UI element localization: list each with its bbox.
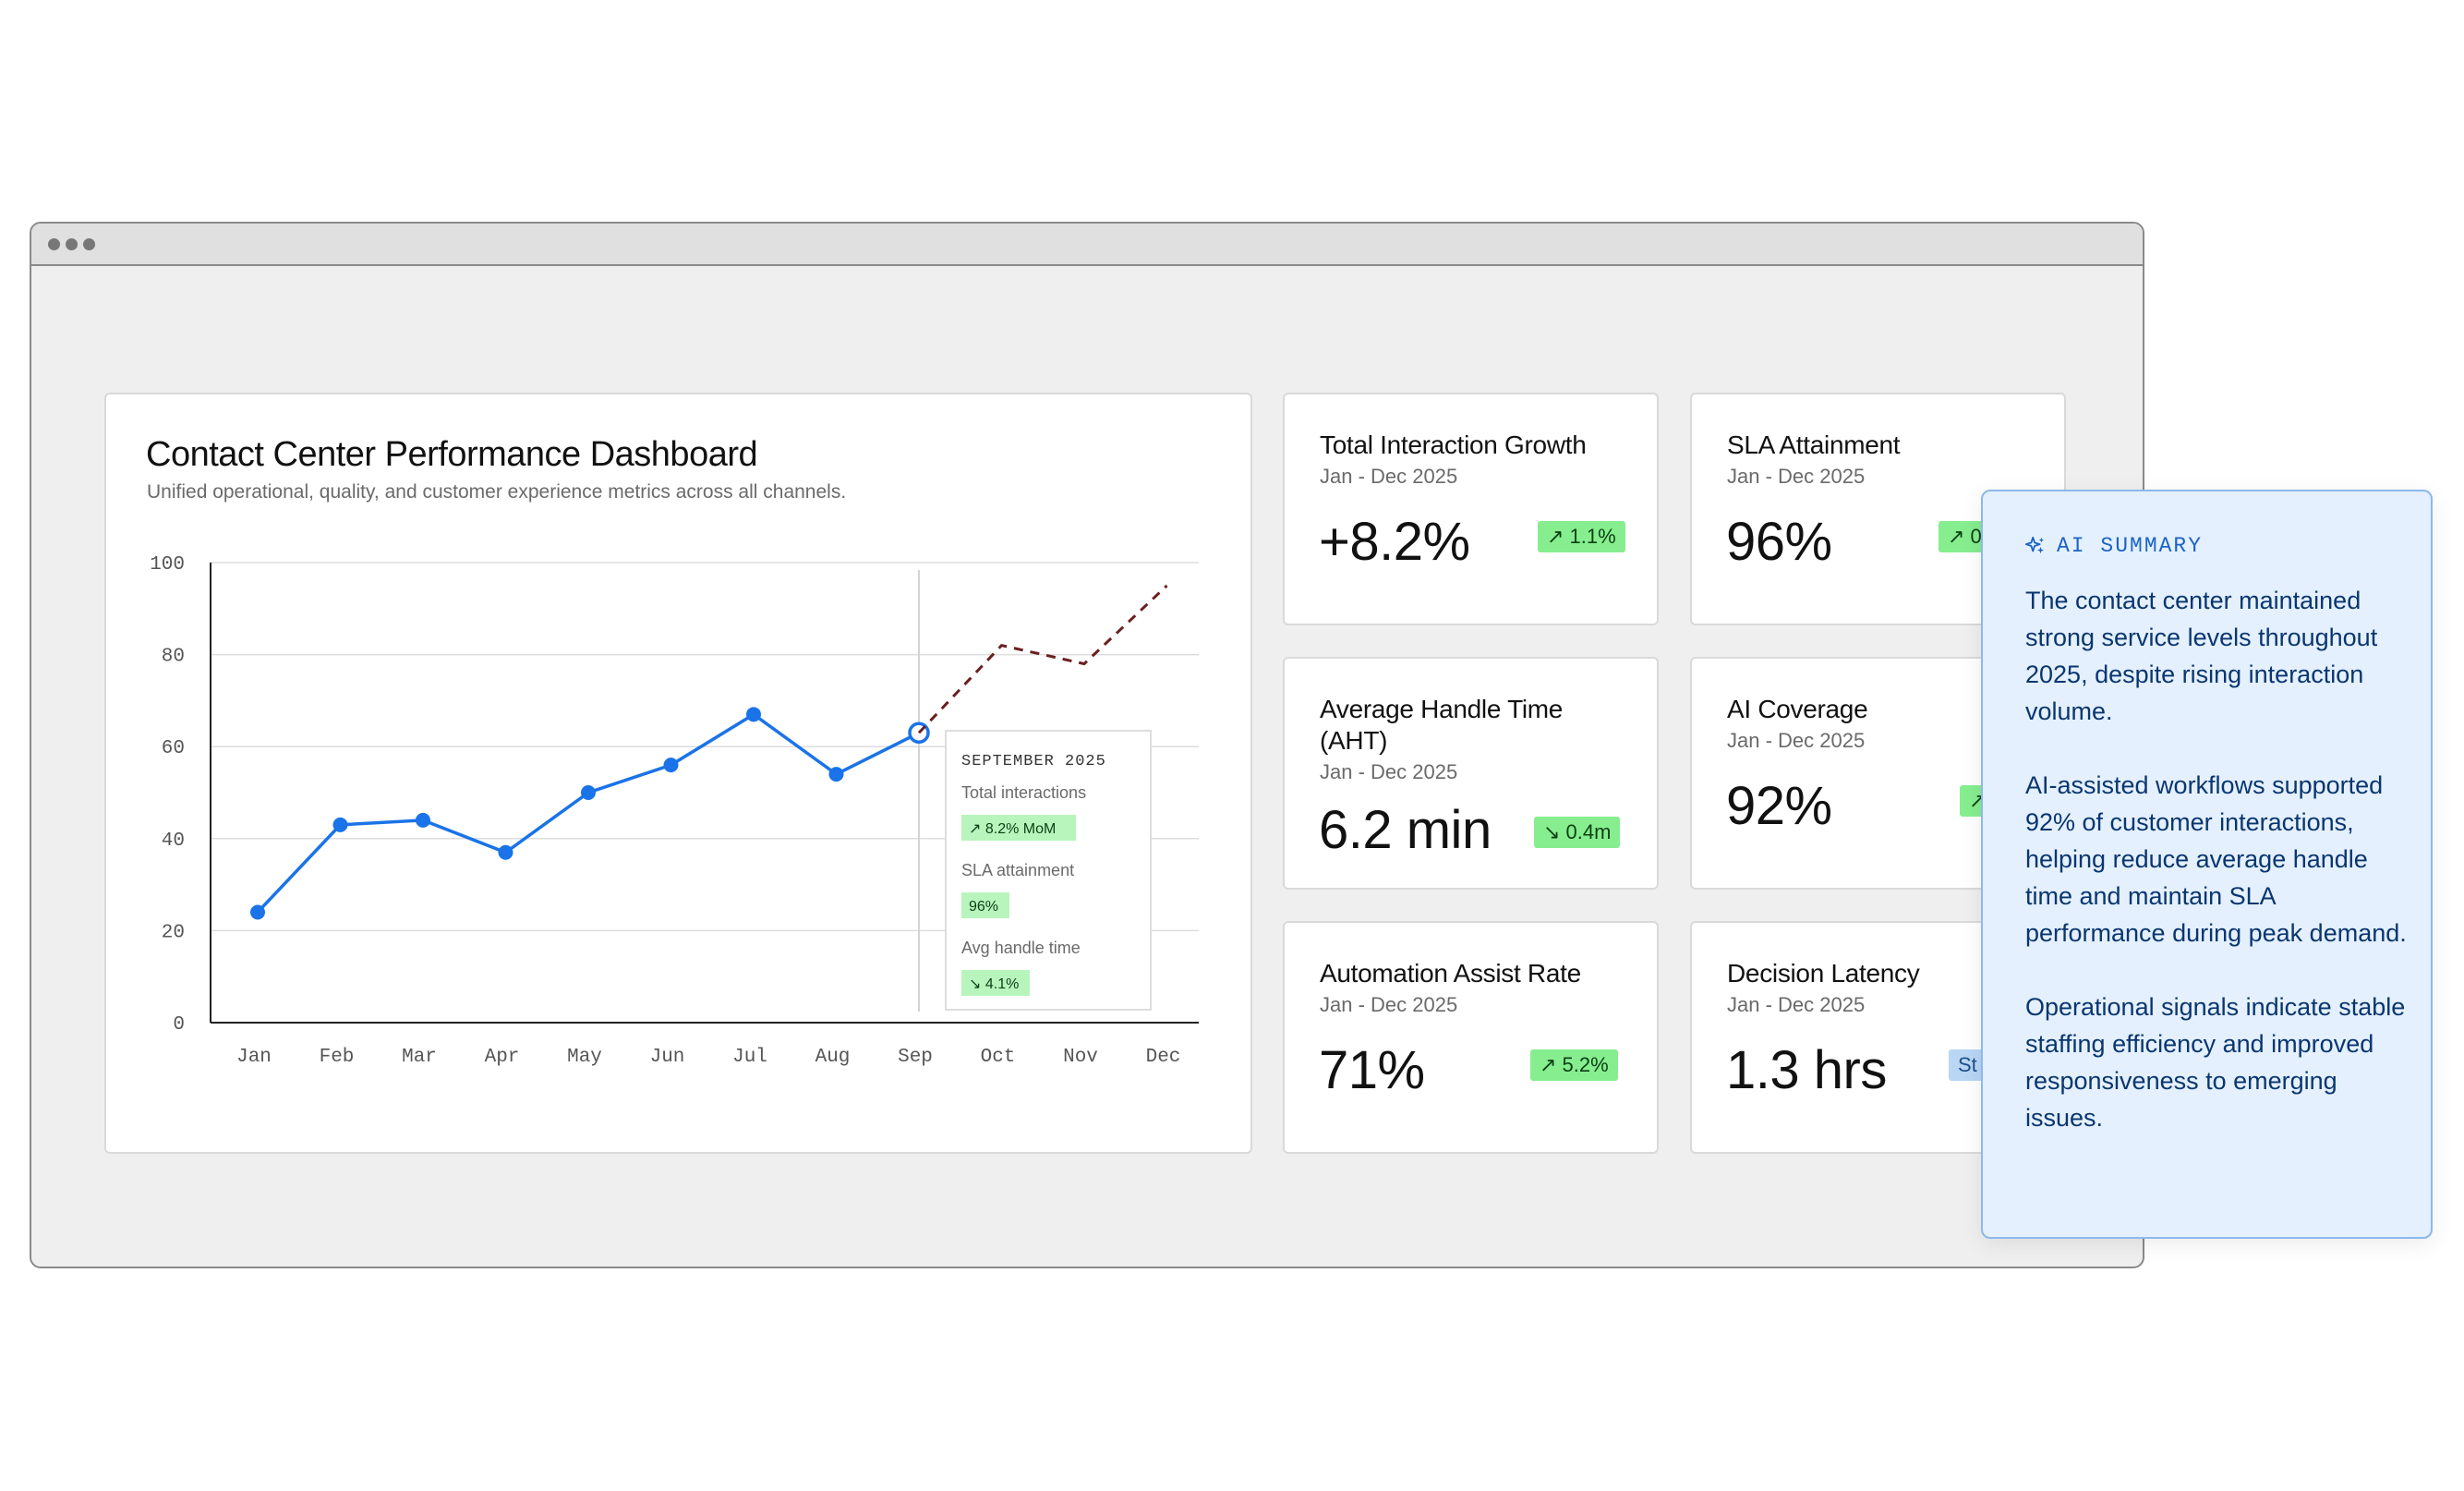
x-tick-label: Oct (981, 1047, 1016, 1068)
ai-summary-body: The contact center maintained strong ser… (2025, 582, 2413, 1173)
window-control-dot[interactable] (83, 237, 95, 250)
tooltip-row-label: SLA attainment (961, 861, 1074, 879)
metric-card-aht[interactable]: Average Handle Time (AHT) Jan - Dec 2025… (1283, 657, 1659, 890)
y-tick-label: 40 (162, 830, 185, 852)
ai-summary-paragraph: The contact center maintained strong ser… (2025, 587, 2378, 725)
metric-card-interaction-growth[interactable]: Total Interaction Growth Jan - Dec 2025 … (1283, 393, 1659, 625)
x-tick-label: May (567, 1047, 602, 1068)
metric-period: Jan - Dec 2025 (1320, 465, 1458, 488)
metric-title: Automation Assist Rate (1320, 959, 1581, 988)
chart-card: Contact Center Performance Dashboard Uni… (104, 393, 1252, 1154)
tooltip-badge: ↘ 4.1% (969, 976, 1019, 992)
trend-badge: ↘ 0.4m (1534, 817, 1621, 848)
y-tick-label: 0 (173, 1014, 185, 1036)
tooltip-row-label: Avg handle time (961, 939, 1081, 957)
data-point[interactable] (581, 785, 596, 800)
metric-period: Jan - Dec 2025 (1727, 465, 1866, 488)
tooltip-title: SEPTEMBER 2025 (961, 753, 1106, 770)
ai-summary-paragraph: AI-assisted workflows supported 92% of c… (2025, 771, 2407, 947)
metric-title: Total Interaction Growth (1320, 430, 1587, 459)
data-point[interactable] (828, 767, 844, 782)
y-tick-label: 80 (162, 647, 185, 668)
metric-card-automation-assist[interactable]: Automation Assist Rate Jan - Dec 2025 71… (1283, 921, 1659, 1154)
tooltip-badge: ↗ 8.2% MoM (969, 821, 1056, 837)
metric-period: Jan - Dec 2025 (1320, 993, 1458, 1016)
data-point[interactable] (663, 758, 679, 773)
data-point[interactable] (250, 904, 265, 920)
forecast-line (917, 584, 1168, 734)
y-tick-label: 100 (150, 554, 185, 576)
ai-summary-header: AI SUMMARY (2025, 534, 2203, 558)
window-control-dot[interactable] (66, 237, 78, 250)
trend-badge: ↗ 5.2% (1530, 1049, 1618, 1081)
actual-line (256, 712, 920, 914)
metric-period: Jan - Dec 2025 (1320, 760, 1458, 783)
ai-summary-heading: AI SUMMARY (2057, 534, 2204, 558)
x-tick-label: Nov (1063, 1047, 1098, 1068)
x-tick-label: Jun (650, 1047, 685, 1068)
metric-value: 71% (1319, 1040, 1425, 1100)
window-titlebar (31, 224, 2143, 266)
data-point[interactable] (746, 707, 761, 722)
x-tick-label: Jul (732, 1047, 767, 1068)
metric-value: 6.2 min (1319, 800, 1492, 860)
data-point[interactable] (332, 817, 348, 832)
x-tick-label: Feb (320, 1047, 355, 1068)
y-tick-label: 20 (162, 922, 185, 943)
metric-value: 92% (1726, 776, 1832, 836)
ai-summary-paragraph: Operational signals indicate stable staf… (2025, 993, 2406, 1132)
x-tick-label: Sep (898, 1047, 933, 1068)
y-tick-label: 60 (162, 738, 185, 759)
x-tick-label: Aug (815, 1047, 851, 1068)
window-control-dot[interactable] (48, 237, 60, 250)
chart-tooltip: SEPTEMBER 2025 Total interactions ↗ 8.2%… (945, 730, 1152, 1011)
metric-value: +8.2% (1319, 512, 1470, 572)
metric-value: 1.3 hrs (1726, 1040, 1887, 1100)
metric-title: Average Handle Time (AHT) (1320, 695, 1564, 755)
metric-period: Jan - Dec 2025 (1727, 993, 1866, 1016)
x-tick-label: Apr (485, 1047, 520, 1068)
data-point[interactable] (416, 812, 430, 828)
line-chart[interactable]: 0 20 40 60 80 100 Jan Feb Mar Apr May Jun Jul Aug Sep O… (106, 394, 1250, 1152)
ai-summary-panel: AI SUMMARY The contact center maintained… (1981, 490, 2433, 1239)
sparkle-icon (2025, 536, 2045, 554)
metric-period: Jan - Dec 2025 (1727, 729, 1866, 752)
x-tick-label: Jan (236, 1047, 272, 1068)
metric-title: SLA Attainment (1727, 430, 1901, 459)
tooltip-row-label: Total interactions (961, 783, 1086, 802)
trend-badge: ↗ 1.1% (1538, 521, 1625, 552)
x-tick-label: Mar (402, 1047, 437, 1068)
data-point[interactable] (498, 844, 513, 860)
x-tick-label: Dec (1146, 1047, 1181, 1068)
tooltip-badge: 96% (969, 899, 998, 915)
metric-value: 96% (1726, 512, 1832, 572)
